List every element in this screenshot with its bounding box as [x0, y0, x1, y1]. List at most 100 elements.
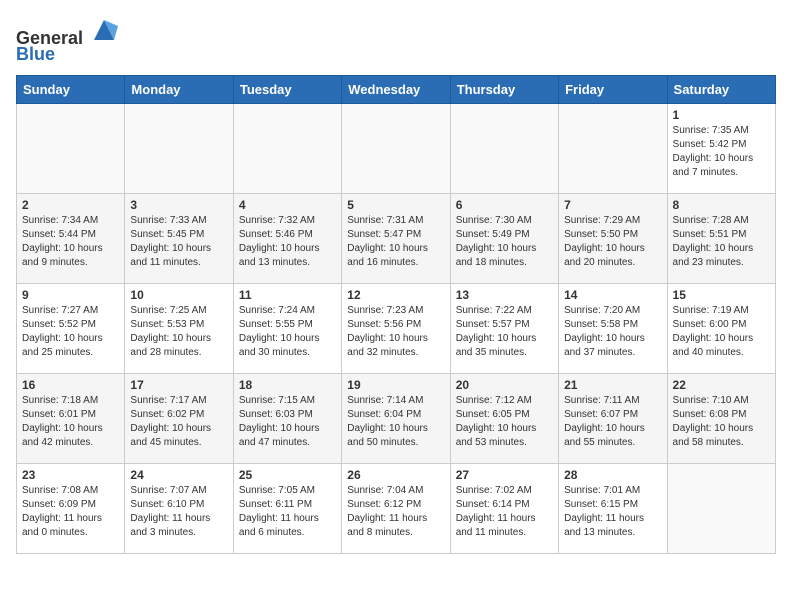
calendar-cell: 26 Sunrise: 7:04 AM Sunset: 6:12 PM Dayli…: [342, 463, 450, 553]
col-header-sunday: Sunday: [17, 75, 125, 103]
day-info: Sunrise: 7:01 AM Sunset: 6:15 PM Dayligh…: [564, 484, 661, 540]
day-info: Sunrise: 7:31 AM Sunset: 5:47 PM Dayligh…: [347, 214, 444, 270]
day-number: 21: [564, 378, 661, 392]
day-number: 25: [239, 468, 336, 482]
calendar-cell: 2Sunrise: 7:34 AM Sunset: 5:44 PM Daylig…: [17, 193, 125, 283]
calendar-cell: [450, 103, 558, 193]
day-number: 18: [239, 378, 336, 392]
calendar-week-4: 16 Sunrise: 7:18 AM Sunset: 6:01 PM Dayli…: [17, 373, 776, 463]
calendar-cell: [125, 103, 233, 193]
day-info: Sunrise: 7:12 AM Sunset: 6:05 PM Dayligh…: [456, 394, 553, 450]
day-info: Sunrise: 7:18 AM Sunset: 6:01 PM Dayligh…: [22, 394, 119, 450]
day-info: Sunrise: 7:17 AM Sunset: 6:02 PM Dayligh…: [130, 394, 227, 450]
day-info: Sunrise: 7:25 AM Sunset: 5:53 PM Dayligh…: [130, 304, 227, 360]
calendar-cell: 22Sunrise: 7:10 AM Sunset: 6:08 PM Dayli…: [667, 373, 775, 463]
col-header-saturday: Saturday: [667, 75, 775, 103]
calendar-cell: 6 Sunrise: 7:30 AM Sunset: 5:49 PM Daylig…: [450, 193, 558, 283]
calendar-week-2: 2Sunrise: 7:34 AM Sunset: 5:44 PM Daylig…: [17, 193, 776, 283]
day-number: 27: [456, 468, 553, 482]
day-number: 9: [22, 288, 119, 302]
calendar-cell: 13 Sunrise: 7:22 AM Sunset: 5:57 PM Dayli…: [450, 283, 558, 373]
day-number: 20: [456, 378, 553, 392]
calendar-cell: 10 Sunrise: 7:25 AM Sunset: 5:53 PM Dayli…: [125, 283, 233, 373]
day-number: 19: [347, 378, 444, 392]
calendar-cell: [17, 103, 125, 193]
day-info: Sunrise: 7:22 AM Sunset: 5:57 PM Dayligh…: [456, 304, 553, 360]
col-header-friday: Friday: [559, 75, 667, 103]
day-info: Sunrise: 7:28 AM Sunset: 5:51 PM Dayligh…: [673, 214, 770, 270]
logo-icon: [90, 16, 118, 44]
day-number: 3: [130, 198, 227, 212]
col-header-thursday: Thursday: [450, 75, 558, 103]
calendar-header-row: SundayMondayTuesdayWednesdayThursdayFrid…: [17, 75, 776, 103]
day-info: Sunrise: 7:07 AM Sunset: 6:10 PM Dayligh…: [130, 484, 227, 540]
day-number: 13: [456, 288, 553, 302]
calendar-cell: 5 Sunrise: 7:31 AM Sunset: 5:47 PM Daylig…: [342, 193, 450, 283]
day-info: Sunrise: 7:02 AM Sunset: 6:14 PM Dayligh…: [456, 484, 553, 540]
calendar-cell: 1Sunrise: 7:35 AM Sunset: 5:42 PM Daylig…: [667, 103, 775, 193]
calendar-cell: 25 Sunrise: 7:05 AM Sunset: 6:11 PM Dayli…: [233, 463, 341, 553]
calendar-cell: 4Sunrise: 7:32 AM Sunset: 5:46 PM Daylig…: [233, 193, 341, 283]
day-info: Sunrise: 7:04 AM Sunset: 6:12 PM Dayligh…: [347, 484, 444, 540]
calendar-cell: 24 Sunrise: 7:07 AM Sunset: 6:10 PM Dayli…: [125, 463, 233, 553]
day-number: 16: [22, 378, 119, 392]
calendar-cell: 17 Sunrise: 7:17 AM Sunset: 6:02 PM Dayli…: [125, 373, 233, 463]
calendar-cell: 19 Sunrise: 7:14 AM Sunset: 6:04 PM Dayli…: [342, 373, 450, 463]
day-info: Sunrise: 7:19 AM Sunset: 6:00 PM Dayligh…: [673, 304, 770, 360]
day-info: Sunrise: 7:30 AM Sunset: 5:49 PM Dayligh…: [456, 214, 553, 270]
calendar-week-3: 9 Sunrise: 7:27 AM Sunset: 5:52 PM Daylig…: [17, 283, 776, 373]
day-info: Sunrise: 7:20 AM Sunset: 5:58 PM Dayligh…: [564, 304, 661, 360]
day-info: Sunrise: 7:35 AM Sunset: 5:42 PM Dayligh…: [673, 124, 770, 180]
day-number: 8: [673, 198, 770, 212]
day-info: Sunrise: 7:27 AM Sunset: 5:52 PM Dayligh…: [22, 304, 119, 360]
day-info: Sunrise: 7:24 AM Sunset: 5:55 PM Dayligh…: [239, 304, 336, 360]
calendar-cell: 12 Sunrise: 7:23 AM Sunset: 5:56 PM Dayli…: [342, 283, 450, 373]
day-number: 10: [130, 288, 227, 302]
col-header-monday: Monday: [125, 75, 233, 103]
day-info: Sunrise: 7:08 AM Sunset: 6:09 PM Dayligh…: [22, 484, 119, 540]
calendar-cell: 14 Sunrise: 7:20 AM Sunset: 5:58 PM Dayli…: [559, 283, 667, 373]
day-number: 6: [456, 198, 553, 212]
calendar-cell: 27 Sunrise: 7:02 AM Sunset: 6:14 PM Dayli…: [450, 463, 558, 553]
day-number: 22: [673, 378, 770, 392]
calendar-cell: [559, 103, 667, 193]
day-number: 26: [347, 468, 444, 482]
logo-blue-text: Blue: [16, 45, 55, 65]
day-number: 23: [22, 468, 119, 482]
calendar-cell: 23 Sunrise: 7:08 AM Sunset: 6:09 PM Dayli…: [17, 463, 125, 553]
day-info: Sunrise: 7:23 AM Sunset: 5:56 PM Dayligh…: [347, 304, 444, 360]
calendar-cell: 9 Sunrise: 7:27 AM Sunset: 5:52 PM Daylig…: [17, 283, 125, 373]
day-info: Sunrise: 7:33 AM Sunset: 5:45 PM Dayligh…: [130, 214, 227, 270]
calendar-week-1: 1Sunrise: 7:35 AM Sunset: 5:42 PM Daylig…: [17, 103, 776, 193]
calendar-cell: 3 Sunrise: 7:33 AM Sunset: 5:45 PM Daylig…: [125, 193, 233, 283]
calendar-cell: [233, 103, 341, 193]
calendar-cell: [667, 463, 775, 553]
day-number: 11: [239, 288, 336, 302]
calendar-cell: 8 Sunrise: 7:28 AM Sunset: 5:51 PM Daylig…: [667, 193, 775, 283]
calendar-cell: [342, 103, 450, 193]
day-number: 12: [347, 288, 444, 302]
calendar-table: SundayMondayTuesdayWednesdayThursdayFrid…: [16, 75, 776, 554]
page-header: General Blue: [16, 16, 776, 65]
day-number: 24: [130, 468, 227, 482]
day-info: Sunrise: 7:11 AM Sunset: 6:07 PM Dayligh…: [564, 394, 661, 450]
day-info: Sunrise: 7:05 AM Sunset: 6:11 PM Dayligh…: [239, 484, 336, 540]
calendar-cell: 21 Sunrise: 7:11 AM Sunset: 6:07 PM Dayli…: [559, 373, 667, 463]
calendar-cell: 16 Sunrise: 7:18 AM Sunset: 6:01 PM Dayli…: [17, 373, 125, 463]
day-number: 7: [564, 198, 661, 212]
calendar-cell: 7 Sunrise: 7:29 AM Sunset: 5:50 PM Daylig…: [559, 193, 667, 283]
calendar-cell: 20 Sunrise: 7:12 AM Sunset: 6:05 PM Dayli…: [450, 373, 558, 463]
col-header-tuesday: Tuesday: [233, 75, 341, 103]
calendar-cell: 11 Sunrise: 7:24 AM Sunset: 5:55 PM Dayli…: [233, 283, 341, 373]
day-number: 14: [564, 288, 661, 302]
logo: General Blue: [16, 16, 118, 65]
day-info: Sunrise: 7:14 AM Sunset: 6:04 PM Dayligh…: [347, 394, 444, 450]
day-info: Sunrise: 7:29 AM Sunset: 5:50 PM Dayligh…: [564, 214, 661, 270]
day-number: 5: [347, 198, 444, 212]
day-info: Sunrise: 7:34 AM Sunset: 5:44 PM Dayligh…: [22, 214, 119, 270]
day-number: 4: [239, 198, 336, 212]
col-header-wednesday: Wednesday: [342, 75, 450, 103]
calendar-cell: 15Sunrise: 7:19 AM Sunset: 6:00 PM Dayli…: [667, 283, 775, 373]
day-number: 28: [564, 468, 661, 482]
day-number: 17: [130, 378, 227, 392]
